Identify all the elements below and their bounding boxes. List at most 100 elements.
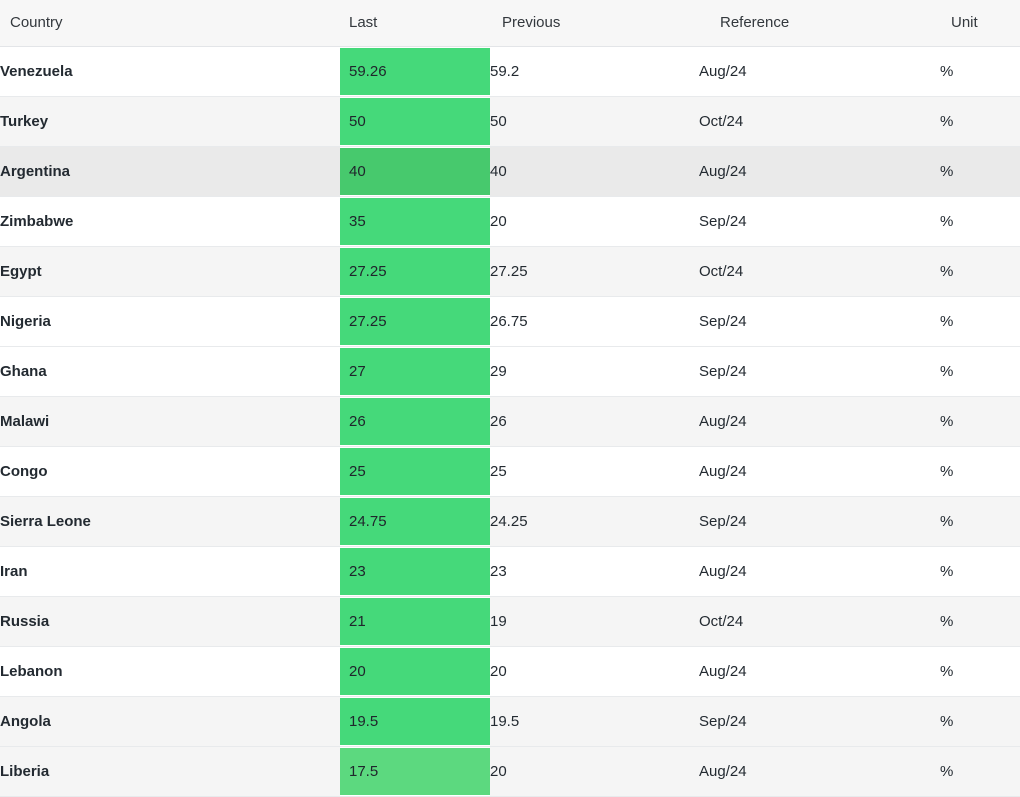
cell-unit: % — [940, 146, 1020, 196]
table-row[interactable]: Turkey5050Oct/24% — [0, 96, 1020, 146]
cell-previous: 24.25 — [490, 496, 699, 546]
cell-reference: Oct/24 — [699, 596, 940, 646]
table-row[interactable]: Malawi2626Aug/24% — [0, 396, 1020, 446]
interest-rate-table: Country Last Previous Reference Unit Ven… — [0, 0, 1020, 797]
cell-country[interactable]: Angola — [0, 696, 340, 746]
cell-unit: % — [940, 596, 1020, 646]
cell-country[interactable]: Nigeria — [0, 296, 340, 346]
last-value-highlight: 24.75 — [340, 498, 490, 545]
table-header: Country Last Previous Reference Unit — [0, 0, 1020, 46]
table-row[interactable]: Egypt27.2527.25Oct/24% — [0, 246, 1020, 296]
cell-last: 17.5 — [340, 746, 490, 796]
cell-last: 21 — [340, 596, 490, 646]
cell-reference: Sep/24 — [699, 196, 940, 246]
table-row[interactable]: Russia2119Oct/24% — [0, 596, 1020, 646]
cell-reference: Aug/24 — [699, 546, 940, 596]
cell-last: 59.26 — [340, 46, 490, 96]
table-header-row: Country Last Previous Reference Unit — [0, 0, 1020, 46]
cell-previous: 20 — [490, 646, 699, 696]
last-value-highlight: 40 — [340, 148, 490, 195]
cell-previous: 59.2 — [490, 46, 699, 96]
cell-previous: 23 — [490, 546, 699, 596]
cell-previous: 26 — [490, 396, 699, 446]
cell-country[interactable]: Lebanon — [0, 646, 340, 696]
cell-last: 19.5 — [340, 696, 490, 746]
cell-country[interactable]: Argentina — [0, 146, 340, 196]
cell-country[interactable]: Sierra Leone — [0, 496, 340, 546]
cell-last: 23 — [340, 546, 490, 596]
table-row[interactable]: Sierra Leone24.7524.25Sep/24% — [0, 496, 1020, 546]
cell-reference: Aug/24 — [699, 46, 940, 96]
cell-unit: % — [940, 396, 1020, 446]
cell-country[interactable]: Liberia — [0, 746, 340, 796]
cell-unit: % — [940, 746, 1020, 796]
cell-last: 40 — [340, 146, 490, 196]
cell-previous: 19.5 — [490, 696, 699, 746]
cell-reference: Sep/24 — [699, 346, 940, 396]
last-value-highlight: 35 — [340, 198, 490, 245]
cell-reference: Oct/24 — [699, 246, 940, 296]
table-row[interactable]: Zimbabwe3520Sep/24% — [0, 196, 1020, 246]
cell-unit: % — [940, 446, 1020, 496]
cell-previous: 25 — [490, 446, 699, 496]
table-row[interactable]: Lebanon2020Aug/24% — [0, 646, 1020, 696]
cell-previous: 27.25 — [490, 246, 699, 296]
cell-last: 27.25 — [340, 296, 490, 346]
cell-reference: Sep/24 — [699, 296, 940, 346]
cell-country[interactable]: Congo — [0, 446, 340, 496]
cell-previous: 20 — [490, 196, 699, 246]
cell-previous: 20 — [490, 746, 699, 796]
cell-unit: % — [940, 46, 1020, 96]
last-value-highlight: 27.25 — [340, 298, 490, 345]
table-row[interactable]: Ghana2729Sep/24% — [0, 346, 1020, 396]
cell-country[interactable]: Malawi — [0, 396, 340, 446]
cell-last: 50 — [340, 96, 490, 146]
last-value-highlight: 21 — [340, 598, 490, 645]
cell-country[interactable]: Iran — [0, 546, 340, 596]
column-header-previous[interactable]: Previous — [490, 0, 699, 46]
table-row[interactable]: Liberia17.520Aug/24% — [0, 746, 1020, 796]
cell-country[interactable]: Turkey — [0, 96, 340, 146]
cell-last: 27.25 — [340, 246, 490, 296]
cell-reference: Sep/24 — [699, 696, 940, 746]
cell-previous: 29 — [490, 346, 699, 396]
cell-country[interactable]: Russia — [0, 596, 340, 646]
cell-previous: 19 — [490, 596, 699, 646]
cell-country[interactable]: Egypt — [0, 246, 340, 296]
table-row[interactable]: Angola19.519.5Sep/24% — [0, 696, 1020, 746]
cell-reference: Oct/24 — [699, 96, 940, 146]
cell-last: 24.75 — [340, 496, 490, 546]
cell-last: 26 — [340, 396, 490, 446]
cell-unit: % — [940, 246, 1020, 296]
last-value-highlight: 27 — [340, 348, 490, 395]
cell-last: 35 — [340, 196, 490, 246]
cell-unit: % — [940, 696, 1020, 746]
cell-reference: Aug/24 — [699, 646, 940, 696]
table-row[interactable]: Argentina4040Aug/24% — [0, 146, 1020, 196]
cell-reference: Aug/24 — [699, 146, 940, 196]
column-header-last[interactable]: Last — [340, 0, 490, 46]
cell-reference: Aug/24 — [699, 396, 940, 446]
last-value-highlight: 26 — [340, 398, 490, 445]
cell-previous: 40 — [490, 146, 699, 196]
last-value-highlight: 59.26 — [340, 48, 490, 95]
cell-previous: 26.75 — [490, 296, 699, 346]
table-row[interactable]: Nigeria27.2526.75Sep/24% — [0, 296, 1020, 346]
column-header-country[interactable]: Country — [0, 0, 340, 46]
last-value-highlight: 50 — [340, 98, 490, 145]
table-row[interactable]: Venezuela59.2659.2Aug/24% — [0, 46, 1020, 96]
last-value-highlight: 19.5 — [340, 698, 490, 745]
cell-unit: % — [940, 196, 1020, 246]
cell-country[interactable]: Zimbabwe — [0, 196, 340, 246]
column-header-unit[interactable]: Unit — [940, 0, 1020, 46]
column-header-reference[interactable]: Reference — [699, 0, 940, 46]
table-row[interactable]: Congo2525Aug/24% — [0, 446, 1020, 496]
table-row[interactable]: Iran2323Aug/24% — [0, 546, 1020, 596]
cell-last: 25 — [340, 446, 490, 496]
last-value-highlight: 27.25 — [340, 248, 490, 295]
cell-country[interactable]: Ghana — [0, 346, 340, 396]
last-value-highlight: 25 — [340, 448, 490, 495]
last-value-highlight: 17.5 — [340, 748, 490, 795]
last-value-highlight: 23 — [340, 548, 490, 595]
cell-country[interactable]: Venezuela — [0, 46, 340, 96]
